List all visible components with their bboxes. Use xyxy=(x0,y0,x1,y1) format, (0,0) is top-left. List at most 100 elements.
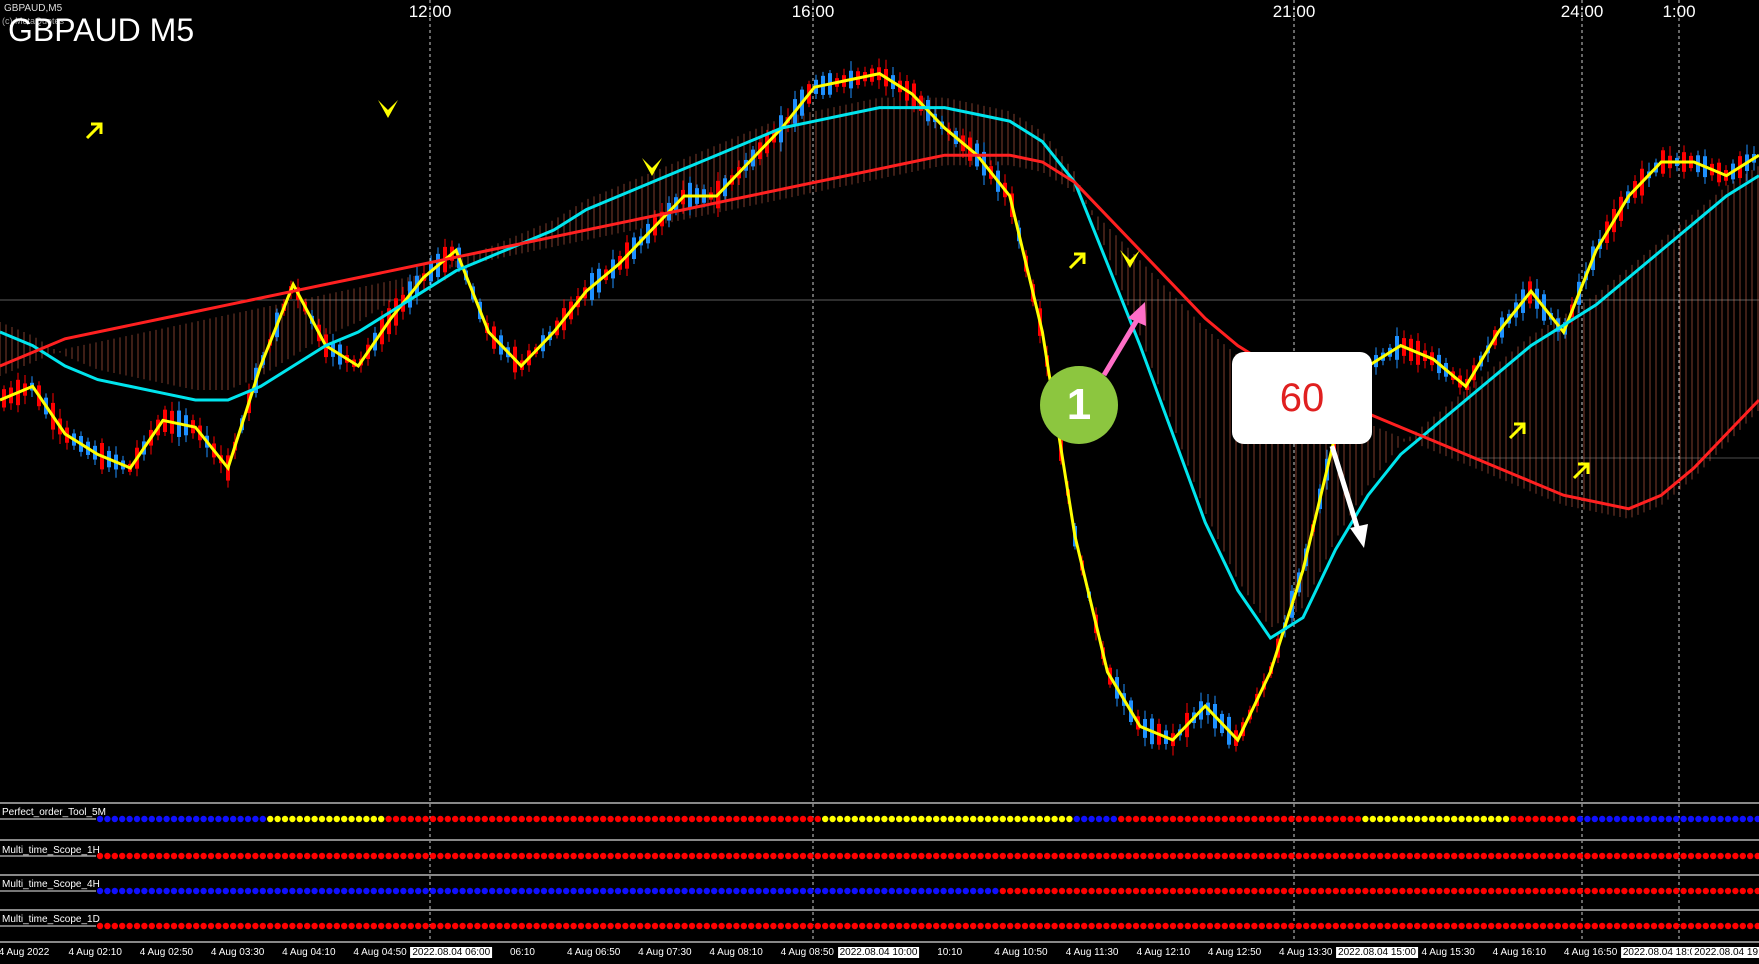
indicator-dot xyxy=(844,852,851,860)
indicator-dot xyxy=(1036,815,1044,823)
indicator-dot xyxy=(378,815,385,823)
indicator-dot xyxy=(659,922,666,930)
indicator-dot xyxy=(1362,852,1369,860)
indicator-dot xyxy=(1258,887,1266,895)
indicator-dot xyxy=(711,815,718,823)
indicator-dot xyxy=(1021,815,1029,823)
indicator-dot xyxy=(1007,815,1014,823)
indicator-dot xyxy=(496,922,503,930)
indicator-dot xyxy=(126,815,133,823)
indicator-dot xyxy=(1591,852,1599,860)
indicator-dot xyxy=(533,922,540,930)
indicator-dot xyxy=(148,852,155,860)
indicator-dot xyxy=(681,922,688,930)
indicator-dot xyxy=(1177,887,1184,895)
indicator-dot xyxy=(378,922,385,930)
price-chart xyxy=(0,0,1759,943)
indicator-dot xyxy=(933,815,940,823)
indicator-dot xyxy=(1658,922,1665,930)
indicator-dot xyxy=(674,815,681,823)
indicator-dot xyxy=(511,852,518,860)
indicator-dot xyxy=(1702,922,1710,930)
indicator-dot xyxy=(444,887,451,895)
indicator-dot xyxy=(740,887,747,895)
indicator-dot xyxy=(696,922,703,930)
indicator-label-1h: Multi_time_Scope_1H xyxy=(2,845,100,856)
indicator-dot xyxy=(178,887,185,895)
indicator-dot xyxy=(1110,922,1118,930)
sell-arrow-1 xyxy=(642,158,662,176)
indicator-dot xyxy=(1495,887,1502,895)
indicator-dot xyxy=(518,922,525,930)
indicator-dot xyxy=(1058,852,1066,860)
x-tick-label: 4 Aug 02:10 xyxy=(68,947,122,958)
indicator-dot xyxy=(126,887,133,895)
indicator-dot xyxy=(999,887,1006,895)
indicator-dot xyxy=(1288,852,1295,860)
indicator-dot xyxy=(1702,887,1710,895)
indicator-dot xyxy=(651,922,659,930)
indicator-dot xyxy=(481,887,488,895)
indicator-dot xyxy=(222,815,229,823)
indicator-dot xyxy=(1236,815,1243,823)
indicator-dot xyxy=(592,852,599,860)
indicator-dot xyxy=(659,887,666,895)
indicator-dot xyxy=(1258,852,1266,860)
indicator-dot xyxy=(947,887,955,895)
indicator-dot xyxy=(607,815,614,823)
indicator-dot xyxy=(829,887,836,895)
indicator-dot xyxy=(1391,815,1399,823)
indicator-dot xyxy=(1495,852,1502,860)
indicator-dot xyxy=(148,922,155,930)
indicator-dot xyxy=(1554,815,1562,823)
indicator-dot xyxy=(933,922,940,930)
indicator-dot xyxy=(762,922,770,930)
indicator-dot xyxy=(733,922,740,930)
indicator-dot xyxy=(1421,815,1428,823)
indicator-dot xyxy=(1576,815,1584,823)
indicator-dot xyxy=(437,887,444,895)
indicator-dot xyxy=(1539,922,1547,930)
indicator-dot xyxy=(1680,852,1687,860)
indicator-dot xyxy=(829,852,836,860)
indicator-dot xyxy=(1199,815,1206,823)
indicator-dot xyxy=(1539,852,1547,860)
indicator-dot xyxy=(666,815,673,823)
indicator-dot xyxy=(1258,922,1266,930)
indicator-dot xyxy=(1547,852,1554,860)
indicator-dot xyxy=(1177,852,1184,860)
indicator-dot xyxy=(230,922,237,930)
indicator-dot xyxy=(1606,887,1613,895)
indicator-dot xyxy=(348,852,355,860)
indicator-dot xyxy=(666,887,673,895)
indicator-dot xyxy=(748,852,755,860)
indicator-dot xyxy=(577,922,585,930)
indicator-dot xyxy=(1739,815,1747,823)
indicator-dot xyxy=(725,815,733,823)
indicator-dot xyxy=(200,922,207,930)
x-tick-label: 4 Aug 2022 xyxy=(0,947,50,958)
indicator-dot xyxy=(1199,887,1206,895)
indicator-dot xyxy=(1273,922,1280,930)
indicator-dot xyxy=(1717,922,1724,930)
indicator-dot xyxy=(1436,815,1443,823)
indicator-label-4h: Multi_time_Scope_4H xyxy=(2,879,100,890)
indicator-dot xyxy=(1428,815,1436,823)
indicator-dot xyxy=(1288,922,1295,930)
indicator-dot xyxy=(1443,887,1451,895)
indicator-dot xyxy=(1243,922,1251,930)
indicator-dot xyxy=(1643,922,1650,930)
indicator-dot xyxy=(799,887,807,895)
indicator-dot xyxy=(614,815,622,823)
indicator-dot xyxy=(237,852,244,860)
indicator-dot xyxy=(1399,815,1406,823)
indicator-dot xyxy=(185,922,192,930)
indicator-dot xyxy=(925,887,932,895)
indicator-dot xyxy=(1547,815,1554,823)
indicator-dot xyxy=(1162,922,1169,930)
x-tick-label: 4 Aug 13:30 xyxy=(1279,947,1333,958)
indicator-dot xyxy=(947,815,955,823)
indicator-dot xyxy=(207,922,215,930)
indicator-dot xyxy=(1280,852,1288,860)
indicator-dot xyxy=(1369,887,1377,895)
